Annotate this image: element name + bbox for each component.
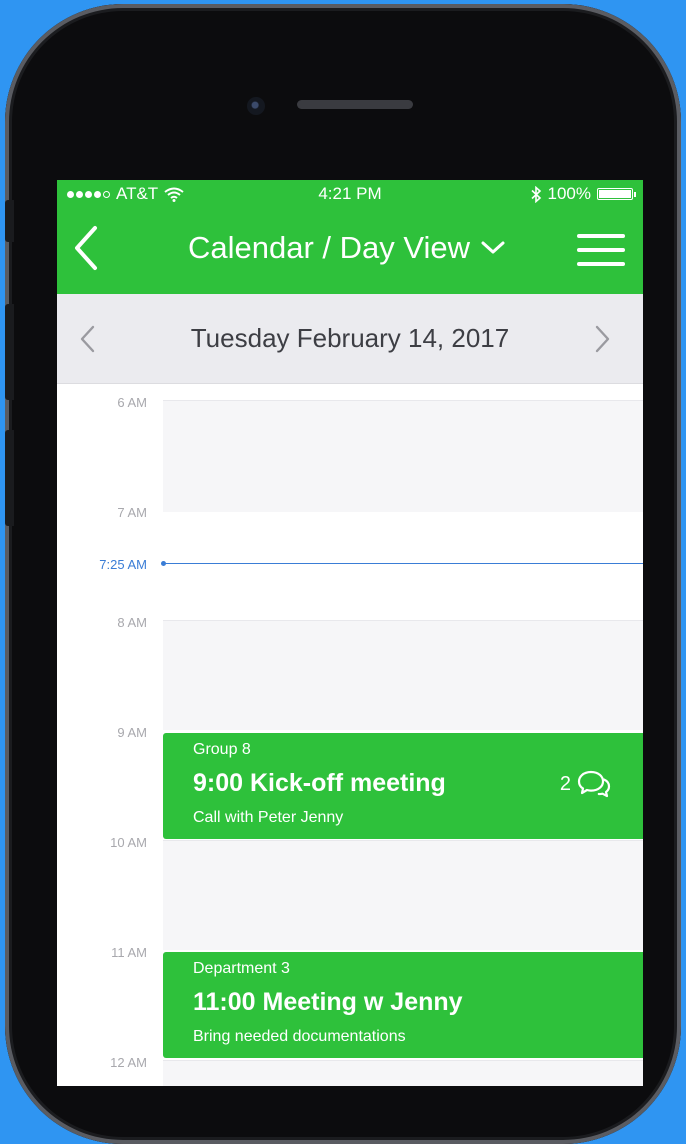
event-title: 9:00 Kick-off meeting (193, 769, 446, 797)
event-card[interactable]: Group 8 9:00 Kick-off meeting Call with … (163, 733, 643, 839)
hamburger-menu-icon[interactable] (577, 234, 625, 268)
hour-label: 11 AM (111, 945, 147, 960)
date-navigator: Tuesday February 14, 2017 (57, 294, 643, 384)
event-subtitle: Bring needed documentations (193, 1028, 406, 1045)
mute-switch (5, 200, 14, 242)
hour-divider (163, 840, 643, 841)
hour-divider (163, 400, 643, 401)
event-card[interactable]: Department 3 11:00 Meeting w Jenny Bring… (163, 952, 643, 1058)
status-bar: AT&T 4:21 PM 100% (57, 180, 643, 206)
navigation-bar: Calendar / Day View (57, 206, 643, 294)
event-title: 11:00 Meeting w Jenny (193, 988, 463, 1016)
chat-bubbles-icon (577, 770, 611, 798)
event-group: Department 3 (193, 960, 290, 977)
event-subtitle: Call with Peter Jenny (193, 809, 344, 826)
hour-label: 7 AM (117, 505, 147, 520)
back-button[interactable] (65, 220, 109, 276)
time-slot[interactable] (163, 1060, 643, 1086)
time-slot[interactable] (163, 840, 643, 950)
time-slot[interactable] (163, 400, 643, 512)
view-title-dropdown[interactable]: Calendar / Day View (137, 230, 557, 266)
hour-divider (163, 620, 643, 621)
next-day-button[interactable] (587, 322, 617, 356)
battery-label: 100% (547, 184, 591, 203)
front-camera (247, 97, 265, 115)
current-time-label: 7:25 AM (99, 557, 147, 572)
chevron-down-icon (481, 241, 505, 254)
page-title: Calendar / Day View (187, 230, 470, 265)
hour-label: 12 AM (110, 1055, 147, 1070)
hour-label: 10 AM (110, 835, 147, 850)
bluetooth-icon (530, 185, 541, 203)
hour-label: 6 AM (117, 395, 147, 410)
current-date: Tuesday February 14, 2017 (190, 323, 510, 353)
event-comments[interactable]: 2 (560, 769, 611, 799)
hour-label: 8 AM (117, 615, 147, 630)
hour-label: 9 AM (117, 725, 147, 740)
chevron-left-icon (75, 226, 97, 270)
hour-divider (163, 1060, 643, 1061)
app-screen: AT&T 4:21 PM 100% Calendar / Day View Tu… (57, 180, 643, 1086)
volume-down-button (5, 430, 14, 526)
time-slot[interactable] (163, 620, 643, 730)
earpiece-speaker (297, 100, 413, 109)
event-group: Group 8 (193, 741, 251, 758)
current-time-indicator (163, 563, 643, 564)
comment-count: 2 (559, 772, 571, 795)
status-right: 100% (530, 184, 636, 204)
volume-up-button (5, 304, 14, 400)
battery-icon (597, 188, 636, 200)
